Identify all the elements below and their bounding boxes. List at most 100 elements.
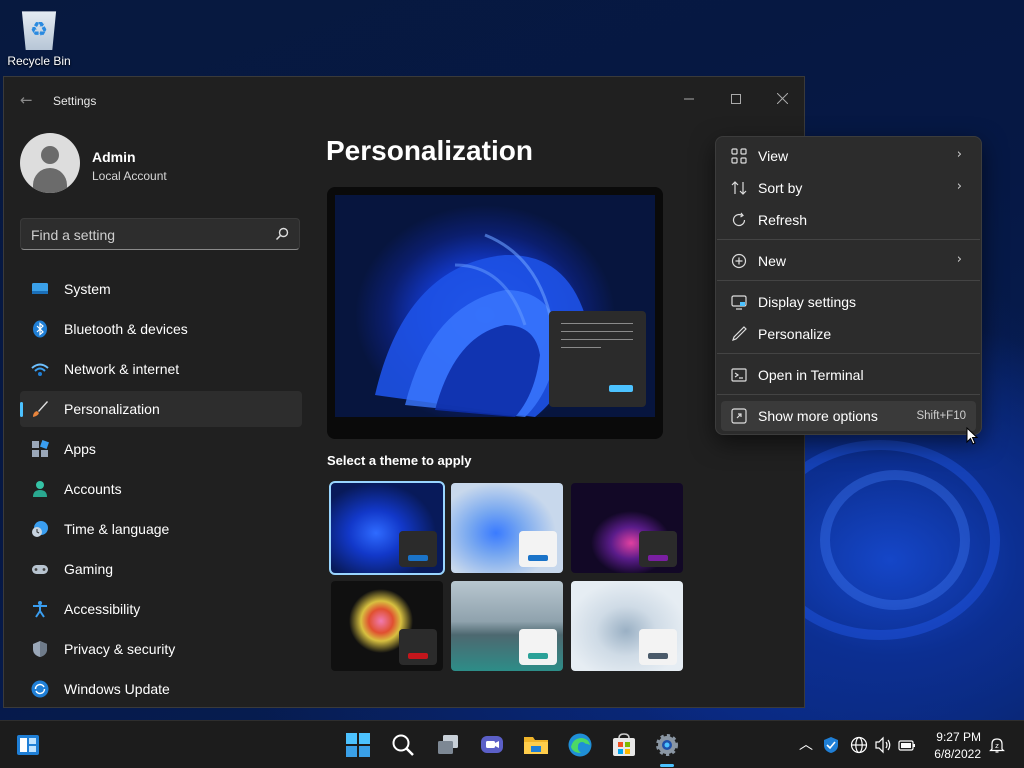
menu-item-label: View	[758, 148, 789, 164]
search-icon[interactable]	[275, 227, 289, 241]
clock-time[interactable]: 9:27 PM	[936, 730, 981, 744]
notifications-icon[interactable]: z	[988, 736, 1006, 754]
desktop-icon-recycle-bin[interactable]: Recycle Bin	[4, 6, 74, 68]
sidebar-item-system[interactable]: System	[20, 271, 302, 307]
display-icon	[731, 295, 747, 310]
clock-date[interactable]: 6/8/2022	[934, 747, 981, 761]
close-button[interactable]	[759, 85, 804, 115]
menu-item-label: Sort by	[758, 180, 803, 196]
theme-captured-motion[interactable]	[331, 581, 443, 671]
task-view-icon[interactable]	[435, 732, 461, 758]
sidebar-item-privacy-security[interactable]: Privacy & security	[20, 631, 302, 667]
menu-item-shortcut: Shift+F10	[916, 410, 966, 422]
sidebar-item-personalization[interactable]: Personalization	[20, 391, 302, 427]
sort-icon	[731, 181, 747, 195]
shield-icon	[33, 641, 47, 657]
maximize-icon	[731, 94, 741, 104]
menu-item-label: Display settings	[758, 294, 857, 310]
minimize-button[interactable]	[666, 85, 712, 115]
menu-item-label: New	[758, 253, 787, 269]
menu-item-label: Show more options	[758, 408, 878, 424]
edge-icon[interactable]	[567, 732, 593, 758]
menu-separator	[717, 239, 980, 240]
menu-item-show-more-options[interactable]: Show more options Shift+F10	[721, 401, 976, 431]
file-explorer-icon[interactable]	[523, 732, 549, 758]
menu-item-refresh[interactable]: Refresh	[721, 205, 976, 235]
title-bar[interactable]: ← Settings	[4, 77, 804, 125]
accounts-icon	[33, 481, 47, 497]
sidebar-item-windows-update[interactable]: Windows Update	[20, 671, 302, 707]
account-type: Local Account	[92, 169, 167, 183]
recycle-bin-icon	[21, 11, 57, 50]
chat-icon[interactable]	[479, 732, 505, 758]
sidebar-item-accounts[interactable]: Accounts	[20, 471, 302, 507]
sidebar-item-bluetooth[interactable]: Bluetooth & devices	[20, 311, 302, 347]
store-icon[interactable]	[611, 732, 637, 758]
theme-window-preview	[639, 629, 677, 665]
settings-gear-icon[interactable]	[654, 732, 680, 758]
running-indicator	[660, 764, 674, 767]
search-input[interactable]	[31, 225, 261, 245]
menu-item-sort-by[interactable]: Sort by ›	[721, 173, 976, 203]
avatar	[20, 133, 80, 193]
pen-icon	[732, 326, 747, 341]
taskbar: ︿ 9:27 PM 6/8/2022 z	[0, 720, 1024, 768]
chevron-right-icon: ›	[956, 147, 962, 162]
defender-icon[interactable]	[822, 736, 840, 754]
menu-item-label: Open in Terminal	[758, 367, 864, 383]
preview-window-card	[549, 311, 646, 407]
menu-separator	[717, 280, 980, 281]
network-globe-icon[interactable]	[850, 736, 868, 754]
theme-flow[interactable]	[571, 581, 683, 671]
search-box	[20, 218, 300, 250]
sidebar-item-label: Bluetooth & devices	[64, 321, 188, 337]
time-language-icon	[32, 521, 48, 537]
sidebar-item-label: Privacy & security	[64, 641, 176, 657]
menu-item-personalize[interactable]: Personalize	[721, 319, 976, 349]
battery-icon[interactable]	[898, 736, 916, 754]
sidebar-item-apps[interactable]: Apps	[20, 431, 302, 467]
sidebar-item-label: Time & language	[64, 521, 170, 537]
user-name: Admin	[92, 149, 136, 165]
close-icon	[776, 92, 788, 105]
chevron-up-icon[interactable]: ︿	[797, 736, 815, 754]
theme-sunrise[interactable]	[451, 581, 563, 671]
more-options-icon	[731, 408, 747, 424]
menu-item-new[interactable]: New ›	[721, 246, 976, 276]
page-title: Personalization	[326, 135, 533, 166]
widgets-icon[interactable]	[16, 733, 40, 757]
theme-windows-dark[interactable]	[329, 481, 445, 575]
theme-windows-light[interactable]	[451, 483, 563, 573]
theme-window-preview	[399, 531, 437, 567]
menu-item-open-terminal[interactable]: Open in Terminal	[721, 360, 976, 390]
volume-icon[interactable]	[874, 736, 892, 754]
theme-preview	[327, 187, 663, 439]
chevron-right-icon: ›	[956, 179, 962, 194]
apps-icon	[32, 440, 49, 457]
windows-update-icon	[31, 680, 49, 698]
sidebar-item-label: Windows Update	[64, 681, 170, 697]
taskbar-search-icon[interactable]	[390, 732, 416, 758]
settings-window: ← Settings Admin Local Account System	[3, 76, 805, 708]
start-icon[interactable]	[345, 732, 371, 758]
minimize-icon	[684, 98, 694, 100]
sidebar-item-time-language[interactable]: Time & language	[20, 511, 302, 547]
sidebar-item-network[interactable]: Network & internet	[20, 351, 302, 387]
theme-window-preview	[519, 531, 557, 567]
chevron-right-icon: ›	[956, 252, 962, 267]
back-arrow-icon[interactable]: ←	[20, 91, 33, 109]
sidebar-item-label: Accounts	[64, 481, 122, 497]
theme-glow[interactable]	[571, 483, 683, 573]
sidebar-item-gaming[interactable]: Gaming	[20, 551, 302, 587]
gaming-icon	[32, 565, 48, 574]
themes-heading: Select a theme to apply	[327, 453, 472, 468]
menu-item-label: Personalize	[758, 326, 832, 342]
sidebar-item-accessibility[interactable]: Accessibility	[20, 591, 302, 627]
menu-item-display-settings[interactable]: Display settings	[721, 287, 976, 317]
terminal-icon	[731, 368, 747, 382]
maximize-button[interactable]	[713, 85, 759, 115]
theme-window-preview	[639, 531, 677, 567]
menu-item-label: Refresh	[758, 212, 808, 228]
menu-separator	[717, 394, 980, 395]
menu-item-view[interactable]: View ›	[721, 141, 976, 171]
